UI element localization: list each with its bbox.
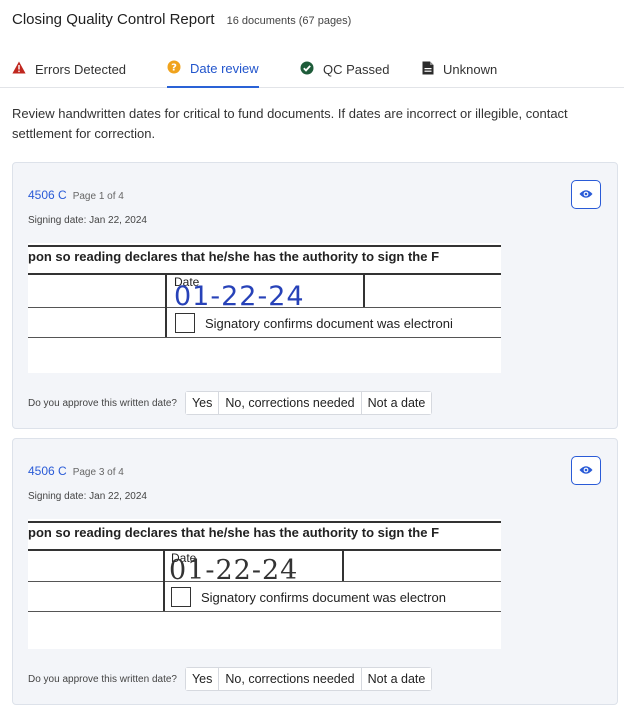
eye-icon — [579, 462, 593, 480]
not-a-date-button[interactable]: Not a date — [360, 668, 432, 690]
tab-errors-label: Errors Detected — [35, 61, 127, 77]
eye-icon — [579, 186, 593, 204]
document-heading: 4506 C Page 1 of 4 — [28, 188, 124, 202]
page-indicator: Page 3 of 4 — [72, 467, 124, 478]
signing-date: Signing date: Jan 22, 2024 — [28, 491, 147, 502]
yes-button[interactable]: Yes — [185, 668, 219, 690]
review-instructions: Review handwritten dates for critical to… — [12, 106, 568, 141]
checkbox-label: Signatory confirms document was electron — [201, 590, 446, 605]
snippet-text: pon so reading declares that he/she has … — [28, 249, 440, 264]
checkbox-label: Signatory confirms document was electron… — [205, 316, 453, 331]
approval-row: Do you approve this written date? Yes No… — [28, 667, 433, 691]
status-tabs: Errors Detected ? Date review QC Passed … — [0, 50, 624, 90]
tab-unknown[interactable]: Unknown — [422, 50, 497, 88]
view-document-button[interactable] — [571, 456, 601, 485]
approval-button-group: Yes No, corrections needed Not a date — [184, 391, 433, 415]
snippet-text: pon so reading declares that he/she has … — [28, 525, 440, 540]
tab-date-review[interactable]: ? Date review — [167, 50, 259, 88]
date-review-card: 4506 C Page 1 of 4 Signing date: Jan 22,… — [12, 162, 618, 429]
approval-button-group: Yes No, corrections needed Not a date — [184, 667, 433, 691]
page-indicator: Page 1 of 4 — [72, 191, 124, 202]
check-circle-icon — [300, 61, 314, 78]
handwritten-date: 01-22-24 — [169, 555, 299, 586]
page-title: Closing Quality Control Report — [12, 11, 215, 28]
question-circle-icon: ? — [167, 60, 181, 77]
signatory-checkbox — [175, 313, 195, 333]
document-name-link[interactable]: 4506 C — [28, 188, 67, 202]
tab-date-review-label: Date review — [190, 60, 259, 76]
date-review-card: 4506 C Page 3 of 4 Signing date: Jan 22,… — [12, 438, 618, 705]
approval-row: Do you approve this written date? Yes No… — [28, 391, 433, 415]
document-name-link[interactable]: 4506 C — [28, 464, 67, 478]
corrections-needed-button[interactable]: No, corrections needed — [218, 392, 361, 414]
corrections-needed-button[interactable]: No, corrections needed — [218, 668, 361, 690]
signatory-checkbox — [171, 587, 191, 607]
approve-question: Do you approve this written date? — [28, 673, 177, 685]
tab-unknown-label: Unknown — [443, 61, 498, 77]
document-icon — [422, 61, 434, 78]
report-header: Closing Quality Control Report 16 docume… — [12, 11, 351, 28]
tab-errors-detected[interactable]: Errors Detected — [12, 50, 126, 88]
document-snippet-image: pon so reading declares that he/she has … — [28, 519, 501, 649]
approve-question: Do you approve this written date? — [28, 397, 177, 409]
handwritten-date: 01-22-24 — [174, 281, 305, 312]
tab-qc-passed[interactable]: QC Passed — [300, 50, 389, 88]
view-document-button[interactable] — [571, 180, 601, 209]
document-snippet-image: pon so reading declares that he/she has … — [28, 243, 501, 373]
signing-date: Signing date: Jan 22, 2024 — [28, 215, 147, 226]
yes-button[interactable]: Yes — [185, 392, 219, 414]
warning-triangle-icon — [12, 61, 26, 77]
document-count: 16 documents (67 pages) — [226, 15, 352, 27]
svg-text:?: ? — [171, 62, 177, 73]
document-heading: 4506 C Page 3 of 4 — [28, 464, 124, 478]
tab-qc-passed-label: QC Passed — [323, 61, 390, 77]
not-a-date-button[interactable]: Not a date — [360, 392, 432, 414]
